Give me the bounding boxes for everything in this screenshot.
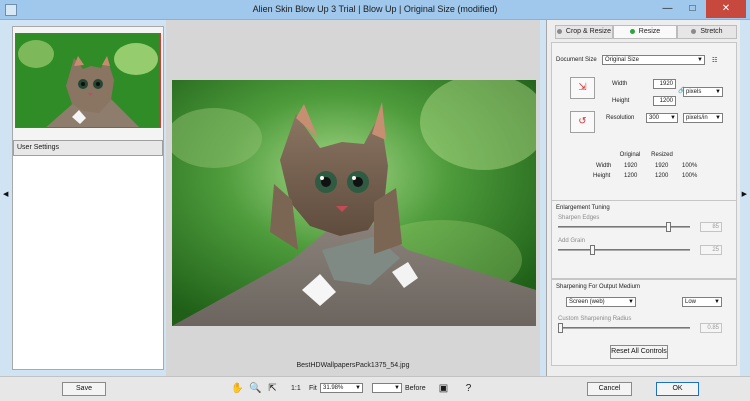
user-settings-list[interactable]: [13, 156, 163, 369]
sharpen-edges-thumb[interactable]: [666, 222, 671, 232]
before-label[interactable]: Before: [405, 385, 426, 392]
help-icon[interactable]: ?: [462, 383, 475, 395]
height-field[interactable]: 1200: [653, 96, 676, 106]
enlargement-title: Enlargement Tuning: [556, 205, 610, 211]
save-button[interactable]: Save: [62, 382, 106, 396]
resolution-label: Resolution: [606, 115, 635, 121]
sharpening-level-value: Low: [685, 299, 697, 305]
preview-area: BestHDWallpapersPack1375_54.jpg: [166, 20, 540, 376]
tab-label: Resize: [638, 28, 661, 35]
compare-view-icon[interactable]: ▣: [437, 383, 450, 395]
tab-dot-icon: [556, 28, 562, 34]
status-bar: Save ✋ 🔍 ⇱ 1:1 Fit 31.98% ▼ ▼ Before ▣ ?…: [0, 376, 750, 401]
ratio-label[interactable]: 1:1: [291, 385, 301, 392]
document-size-label: Document Size: [556, 57, 597, 63]
zoom-select[interactable]: 31.98% ▼: [320, 383, 363, 393]
document-size-group: Document Size Original Size ▼ ☷ ⇲ ↺ Widt…: [551, 42, 737, 204]
file-name: BestHDWallpapersPack1375_54.jpg: [296, 362, 410, 369]
table-row-height-resized: 1200: [655, 173, 669, 179]
kitten-preview-image[interactable]: [172, 80, 536, 326]
unit-value: pixels: [686, 89, 702, 95]
table-row-width-percent: 100%: [682, 163, 698, 169]
chevron-down-icon: ▼: [628, 299, 634, 305]
table-row-height-original: 1200: [624, 173, 638, 179]
sharpening-output-group: Sharpening For Output Medium Screen (web…: [551, 279, 737, 366]
custom-radius-track[interactable]: [558, 327, 690, 329]
width-field[interactable]: 1920: [653, 79, 676, 89]
document-size-select[interactable]: Original Size ▼: [602, 55, 705, 65]
table-row-height-label: Height: [593, 173, 611, 179]
zoom-value: 31.98%: [323, 385, 344, 391]
custom-radius-label: Custom Sharpening Radius: [558, 316, 632, 322]
sharpening-title: Sharpening For Output Medium: [556, 284, 641, 290]
tab-label: Crop & Resize: [565, 28, 612, 35]
fit-label[interactable]: Fit: [309, 385, 317, 392]
tab-label: Stretch: [700, 28, 723, 35]
add-grain-label: Add Grain: [558, 238, 586, 244]
kitten-thumbnail: [16, 34, 160, 127]
resize-icon[interactable]: ⇲: [570, 77, 595, 99]
zoom-tool-icon[interactable]: 🔍: [249, 383, 262, 395]
chevron-down-icon: ▼: [670, 115, 676, 121]
chevron-down-icon: ▼: [714, 299, 720, 305]
table-row-width-resized: 1920: [655, 163, 669, 169]
close-button[interactable]: ✕: [706, 0, 746, 18]
chevron-down-icon: ▼: [697, 57, 703, 63]
resolution-unit-value: pixels/in: [686, 115, 708, 121]
custom-radius-field[interactable]: 0.85: [700, 323, 722, 333]
width-label: Width: [612, 81, 628, 87]
resolution-unit-select[interactable]: pixels/in ▼: [683, 113, 723, 123]
custom-radius-thumb[interactable]: [558, 323, 563, 333]
sharpen-edges-label: Sharpen Edges: [558, 215, 600, 221]
sharpen-edges-field[interactable]: 85: [700, 222, 722, 232]
chevron-down-icon: ▼: [394, 385, 400, 391]
enlargement-tuning-group: Enlargement Tuning Sharpen Edges 85 Add …: [551, 200, 737, 279]
resolution-value: 300: [649, 115, 660, 121]
resolution-select[interactable]: 300 ▼: [646, 113, 678, 123]
output-medium-value: Screen (web): [569, 299, 605, 305]
table-header-resized: Resized: [651, 152, 673, 158]
add-grain-track[interactable]: [558, 249, 690, 251]
right-panel-collapse-icon[interactable]: ▶: [742, 190, 747, 198]
title-bar: Alien Skin Blow Up 3 Trial | Blow Up | O…: [0, 0, 750, 20]
tab-stretch[interactable]: Stretch: [677, 25, 737, 39]
cancel-button[interactable]: Cancel: [587, 382, 632, 396]
tab-dot-icon: [691, 28, 697, 34]
maximize-button[interactable]: □: [680, 0, 705, 18]
grid-icon[interactable]: ☷: [712, 57, 717, 64]
table-header-original: Original: [619, 152, 641, 158]
right-panel: Crop & Resize Resize Stretch Document Si…: [546, 20, 740, 376]
window-title: Alien Skin Blow Up 3 Trial | Blow Up | O…: [252, 4, 498, 14]
pointer-tool-icon[interactable]: ⇱: [266, 383, 279, 395]
add-grain-field[interactable]: 25: [700, 245, 722, 255]
table-row-width-label: Width: [596, 163, 612, 169]
tab-dot-icon: [629, 28, 635, 34]
before-view-select[interactable]: ▼: [372, 383, 402, 393]
height-label: Height: [612, 98, 630, 104]
document-size-value: Original Size: [605, 57, 640, 63]
sharpening-level-select[interactable]: Low ▼: [682, 297, 722, 307]
table-row-width-original: 1920: [624, 163, 638, 169]
chevron-down-icon: ▼: [355, 385, 361, 391]
kitten-photo: [172, 80, 536, 326]
tab-crop-resize[interactable]: Crop & Resize: [555, 25, 613, 39]
output-medium-select[interactable]: Screen (web) ▼: [566, 297, 636, 307]
left-panel-collapse-icon[interactable]: ◀: [3, 190, 8, 198]
left-panel: User Settings: [12, 26, 164, 370]
chevron-down-icon: ▼: [715, 115, 721, 121]
ok-button[interactable]: OK: [656, 382, 699, 396]
hand-tool-icon[interactable]: ✋: [231, 383, 244, 395]
chevron-down-icon: ▼: [715, 89, 721, 95]
tab-resize[interactable]: Resize: [613, 25, 677, 39]
unit-select[interactable]: pixels ▼: [683, 87, 723, 97]
user-settings-header: User Settings: [13, 140, 163, 156]
thumbnail-preview[interactable]: [15, 33, 161, 128]
table-row-height-percent: 100%: [682, 173, 698, 179]
tabs: Crop & Resize Resize Stretch: [555, 25, 737, 39]
reset-all-controls-button[interactable]: Reset All Controls: [610, 345, 668, 359]
minimize-button[interactable]: —: [655, 0, 680, 18]
reset-size-icon[interactable]: ↺: [570, 111, 595, 133]
add-grain-thumb[interactable]: [590, 245, 595, 255]
